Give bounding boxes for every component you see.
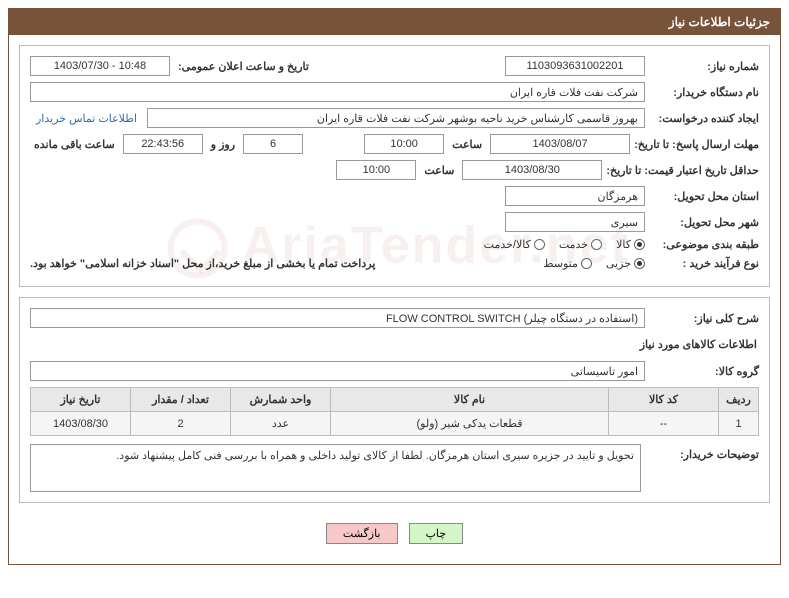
radio-label: خدمت <box>559 238 588 251</box>
field-reply-date: 1403/08/07 <box>490 134 630 154</box>
td-unit: عدد <box>231 412 331 436</box>
table-row: 1 -- قطعات یدکی شیر (ولو) عدد 2 1403/08/… <box>31 412 759 436</box>
field-city: سیری <box>505 212 645 232</box>
panel-body: AriaTender.net شماره نیاز: 1103093631002… <box>9 35 780 564</box>
label-purchase-type: نوع فرآیند خرید : <box>649 257 759 270</box>
button-row: چاپ بازگشت <box>19 513 770 554</box>
th-date: تاریخ نیاز <box>31 388 131 412</box>
radio-subject-both[interactable]: کالا/خدمت <box>484 238 545 251</box>
panel-title: جزئیات اطلاعات نیاز <box>669 15 770 29</box>
label-buyer-org: نام دستگاه خریدار: <box>649 86 759 99</box>
table-header-row: ردیف کد کالا نام کالا واحد شمارش تعداد /… <box>31 388 759 412</box>
label-time-1: ساعت <box>448 138 486 151</box>
treasury-note: پرداخت تمام یا بخشی از مبلغ خرید،از محل … <box>30 257 375 270</box>
row-buyer-notes: توضیحات خریدار: تحویل و تایید در جزیره س… <box>30 444 759 492</box>
radio-icon <box>591 239 602 250</box>
row-purchase-type: نوع فرآیند خرید : جزیی متوسط پرداخت تمام… <box>30 257 759 270</box>
field-validity-time: 10:00 <box>336 160 416 180</box>
radio-label: جزیی <box>606 257 631 270</box>
label-province: استان محل تحویل: <box>649 190 759 203</box>
goods-info-title: اطلاعات کالاهای مورد نیاز <box>32 338 757 351</box>
main-info-box: شماره نیاز: 1103093631002201 تاریخ و ساع… <box>19 45 770 287</box>
label-subject-class: طبقه بندی موضوعی: <box>649 238 759 251</box>
row-price-validity: حداقل تاریخ اعتبار قیمت: تا تاریخ: 1403/… <box>30 160 759 180</box>
field-requester: بهروز قاسمی کارشناس خرید ناحیه بوشهر شرک… <box>147 108 645 128</box>
row-province: استان محل تحویل: هرمزگان <box>30 186 759 206</box>
goods-info-box: شرح کلی نیاز: FLOW CONTROL SWITCH (استفا… <box>19 297 770 503</box>
td-qty: 2 <box>131 412 231 436</box>
print-button[interactable]: چاپ <box>409 523 464 544</box>
radio-subject-goods[interactable]: کالا <box>616 238 645 251</box>
row-buyer-org: نام دستگاه خریدار: شرکت نفت فلات قاره ای… <box>30 82 759 102</box>
th-code: کد کالا <box>609 388 719 412</box>
label-need-no: شماره نیاز: <box>649 60 759 73</box>
label-remaining: ساعت باقی مانده <box>30 138 119 151</box>
row-subject-class: طبقه بندی موضوعی: کالا خدمت کالا/خدمت <box>30 238 759 251</box>
row-need-no: شماره نیاز: 1103093631002201 تاریخ و ساع… <box>30 56 759 76</box>
label-announce-dt: تاریخ و ساعت اعلان عمومی: <box>174 60 313 73</box>
link-buyer-contact[interactable]: اطلاعات تماس خریدار <box>30 112 143 125</box>
radio-subject-service[interactable]: خدمت <box>559 238 602 251</box>
th-row: ردیف <box>719 388 759 412</box>
row-goods-group: گروه کالا: امور تاسیساتی <box>30 361 759 381</box>
back-button[interactable]: بازگشت <box>326 523 398 544</box>
field-countdown: 22:43:56 <box>123 134 203 154</box>
td-row: 1 <box>719 412 759 436</box>
field-days-remaining: 6 <box>243 134 303 154</box>
details-panel: جزئیات اطلاعات نیاز AriaTender.net شماره… <box>8 8 781 565</box>
radio-label: کالا <box>616 238 631 251</box>
label-goods-group: گروه کالا: <box>649 365 759 378</box>
radio-purchase-medium[interactable]: متوسط <box>543 257 592 270</box>
radio-icon <box>534 239 545 250</box>
goods-table: ردیف کد کالا نام کالا واحد شمارش تعداد /… <box>30 387 759 436</box>
th-qty: تعداد / مقدار <box>131 388 231 412</box>
field-buyer-notes: تحویل و تایید در جزیره سیری استان هرمزگا… <box>30 444 641 492</box>
radio-icon <box>581 258 592 269</box>
td-name: قطعات یدکی شیر (ولو) <box>331 412 609 436</box>
radio-label: کالا/خدمت <box>484 238 531 251</box>
panel-header: جزئیات اطلاعات نیاز <box>9 9 780 35</box>
radio-purchase-minor[interactable]: جزیی <box>606 257 645 270</box>
label-overall-desc: شرح کلی نیاز: <box>649 312 759 325</box>
td-date: 1403/08/30 <box>31 412 131 436</box>
row-city: شهر محل تحویل: سیری <box>30 212 759 232</box>
row-reply-deadline: مهلت ارسال پاسخ: تا تاریخ: 1403/08/07 سا… <box>30 134 759 154</box>
label-buyer-notes: توضیحات خریدار: <box>649 444 759 461</box>
label-time-2: ساعت <box>420 164 458 177</box>
field-validity-date: 1403/08/30 <box>462 160 602 180</box>
td-code: -- <box>609 412 719 436</box>
radio-group-purchase: جزیی متوسط <box>543 257 645 270</box>
th-unit: واحد شمارش <box>231 388 331 412</box>
label-requester: ایجاد کننده درخواست: <box>649 112 759 125</box>
radio-icon <box>634 258 645 269</box>
field-buyer-org: شرکت نفت فلات قاره ایران <box>30 82 645 102</box>
field-announce-dt: 1403/07/30 - 10:48 <box>30 56 170 76</box>
label-days-and: روز و <box>207 138 239 151</box>
label-city: شهر محل تحویل: <box>649 216 759 229</box>
label-price-validity: حداقل تاریخ اعتبار قیمت: تا تاریخ: <box>606 164 759 177</box>
radio-label: متوسط <box>543 257 578 270</box>
radio-group-subject: کالا خدمت کالا/خدمت <box>484 238 645 251</box>
row-overall-desc: شرح کلی نیاز: FLOW CONTROL SWITCH (استفا… <box>30 308 759 328</box>
th-name: نام کالا <box>331 388 609 412</box>
label-reply-deadline: مهلت ارسال پاسخ: تا تاریخ: <box>634 138 759 151</box>
field-reply-time: 10:00 <box>364 134 444 154</box>
field-province: هرمزگان <box>505 186 645 206</box>
row-requester: ایجاد کننده درخواست: بهروز قاسمی کارشناس… <box>30 108 759 128</box>
field-need-no: 1103093631002201 <box>505 56 645 76</box>
field-goods-group: امور تاسیساتی <box>30 361 645 381</box>
field-overall-desc: FLOW CONTROL SWITCH (استفاده در دستگاه چ… <box>30 308 645 328</box>
radio-icon <box>634 239 645 250</box>
